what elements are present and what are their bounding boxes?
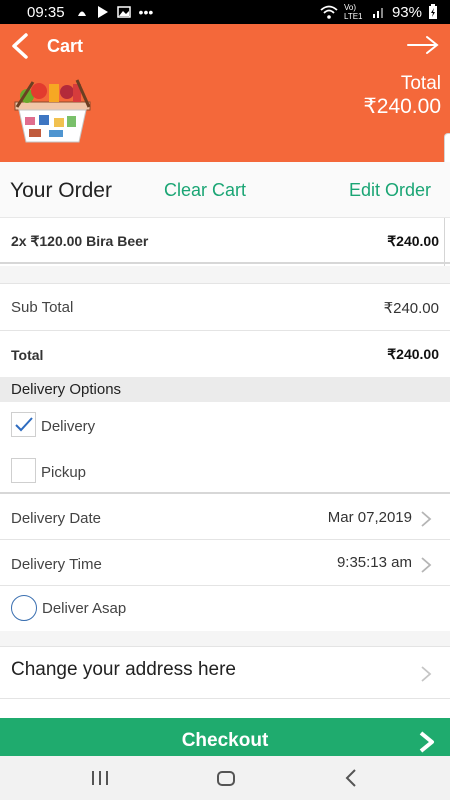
total-row-value: ₹240.00 [387, 346, 439, 362]
delivery-option-label: Delivery [41, 418, 96, 435]
signal-icon [372, 8, 383, 18]
notification-icon [77, 11, 86, 16]
subtotal-value: ₹240.00 [383, 300, 439, 317]
list-item: 2x ₹120.00 Bira Beer ₹240.00 [0, 218, 450, 264]
total-row: Total ₹240.00 [0, 331, 450, 377]
delivery-time-row[interactable]: Delivery Time 9:35:13 am [0, 540, 450, 586]
delivery-option-pickup[interactable]: Pickup [0, 448, 450, 494]
checkout-label: Checkout [181, 730, 269, 751]
network-type: Vo) LTE1 [343, 3, 363, 21]
chevron-right-icon [421, 511, 432, 527]
change-address-label: Change your address here [11, 659, 236, 680]
deliver-asap-row[interactable]: Deliver Asap [0, 586, 450, 631]
chevron-right-icon [421, 557, 432, 573]
pickup-checkbox[interactable] [11, 458, 36, 483]
delivery-options-title: Delivery Options [11, 381, 122, 398]
more-notifications: ••• [138, 4, 154, 20]
deliver-asap-radio[interactable] [11, 595, 37, 621]
change-address-row[interactable]: Change your address here [0, 647, 450, 699]
checkmark-icon [15, 417, 33, 432]
subtotal-label: Sub Total [11, 299, 74, 316]
divider [0, 631, 450, 647]
delivery-time-value: 9:35:13 am [336, 554, 412, 571]
divider [0, 266, 450, 284]
delivery-date-label: Delivery Date [11, 510, 102, 527]
play-store-icon [97, 6, 108, 18]
chevron-right-icon [421, 666, 432, 682]
status-time: 09:35 [27, 3, 65, 21]
wifi-icon [320, 5, 338, 19]
delivery-options-header: Delivery Options [0, 377, 450, 402]
battery-icon [429, 4, 437, 19]
item-price: ₹240.00 [387, 233, 439, 249]
your-order-title: Your Order [10, 179, 112, 202]
battery-percent: 93% [391, 3, 422, 21]
delivery-checkbox[interactable] [11, 412, 36, 437]
total-label: Total [400, 73, 441, 94]
back-arrow-icon[interactable] [8, 32, 32, 60]
cart-header: Cart Total ₹240.00 [0, 24, 450, 162]
subtotal-row: Sub Total ₹240.00 [0, 284, 450, 331]
recent-apps-icon[interactable] [88, 766, 112, 790]
order-bar: Your Order Clear Cart Edit Order [0, 162, 450, 218]
delivery-date-row[interactable]: Delivery Date Mar 07,2019 [0, 494, 450, 540]
total-amount: ₹240.00 [363, 95, 441, 118]
pickup-option-label: Pickup [41, 464, 87, 481]
gallery-icon [116, 6, 131, 18]
deliver-asap-label: Deliver Asap [42, 600, 127, 617]
page-title: Cart [47, 36, 84, 56]
system-nav-bar [0, 756, 450, 800]
item-name: 2x ₹120.00 Bira Beer [11, 233, 149, 249]
total-row-label: Total [11, 347, 44, 363]
basket-image [9, 72, 96, 147]
clear-cart-button[interactable]: Clear Cart [164, 180, 246, 201]
home-icon[interactable] [214, 766, 238, 790]
forward-arrow-icon[interactable] [406, 33, 440, 57]
delivery-time-label: Delivery Time [11, 556, 102, 573]
delivery-option-delivery[interactable]: Delivery [0, 402, 450, 448]
back-icon[interactable] [340, 766, 364, 790]
chevron-right-icon [419, 731, 434, 753]
checkout-button[interactable]: Checkout [0, 718, 450, 758]
status-bar: 09:35 ••• Vo) LTE1 93% [0, 0, 450, 24]
delivery-date-value: Mar 07,2019 [327, 509, 412, 526]
edit-order-button[interactable]: Edit Order [349, 180, 431, 201]
